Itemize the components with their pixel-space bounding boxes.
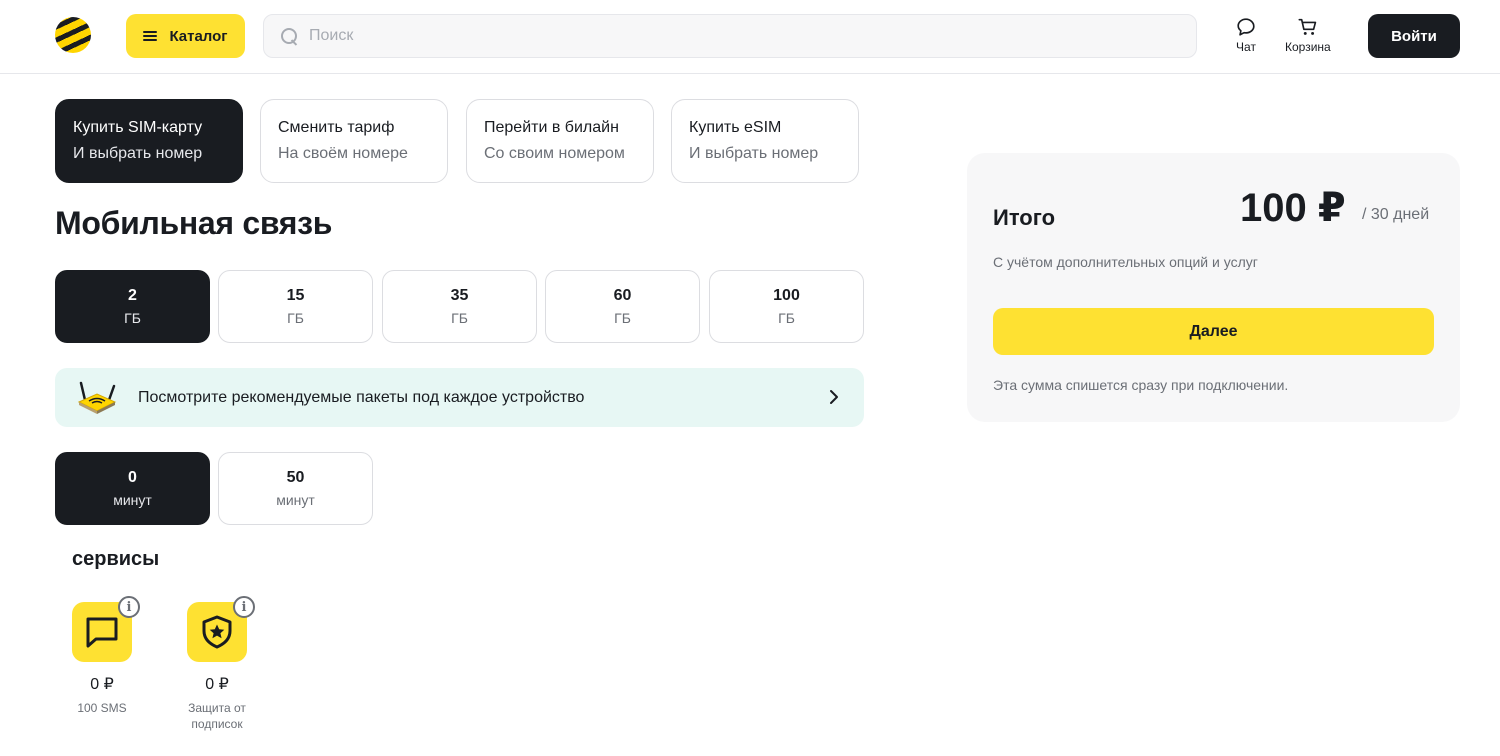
login-button[interactable]: Войти: [1368, 14, 1460, 58]
service-price: 0 ₽: [205, 676, 229, 693]
summary-period: / 30 дней: [1362, 206, 1430, 223]
cart-icon: [1298, 18, 1317, 35]
scenario-switch-operator[interactable]: Перейти в билайн Со своим номером: [466, 99, 654, 183]
option-unit: ГБ: [778, 310, 795, 326]
option-unit: ГБ: [451, 310, 468, 326]
catalog-button-label: Каталог: [169, 27, 228, 45]
order-summary-card: Итого 100 ₽ / 30 дней С учётом дополните…: [967, 153, 1460, 422]
summary-footnote: Эта сумма спишется сразу при подключении…: [993, 377, 1289, 393]
chat-label: Чат: [1236, 40, 1256, 54]
scenario-title: Сменить тариф: [278, 119, 395, 136]
search-input[interactable]: [309, 27, 1109, 45]
service-price: 0 ₽: [90, 676, 114, 693]
beeline-logo-icon[interactable]: [55, 17, 91, 53]
service-icon-box: i: [187, 596, 255, 662]
info-icon[interactable]: i: [118, 596, 140, 618]
scenario-title: Купить SIM-карту: [73, 119, 203, 136]
cart-button[interactable]: Корзина: [1285, 16, 1331, 54]
page-title: Мобильная связь: [55, 205, 333, 241]
chevron-right-icon: [830, 390, 838, 404]
option-value: 0: [128, 469, 137, 486]
internet-option-2gb[interactable]: 2 ГБ: [55, 270, 210, 343]
scenario-title: Купить eSIM: [689, 119, 782, 136]
option-value: 50: [286, 469, 305, 486]
site-header: Каталог Чат Корзина Войти: [0, 0, 1500, 74]
option-value: 100: [773, 287, 800, 304]
chat-button[interactable]: Чат: [1235, 16, 1257, 54]
minutes-option-50[interactable]: 50 минут: [218, 452, 373, 525]
scenario-title: Перейти в билайн: [484, 119, 619, 136]
catalog-button[interactable]: Каталог: [126, 14, 245, 58]
chat-icon: [1237, 18, 1255, 36]
device-packages-banner[interactable]: Посмотрите рекомендуемые пакеты под кажд…: [55, 368, 864, 427]
summary-title: Итого: [993, 205, 1056, 230]
option-unit: минут: [113, 492, 152, 508]
option-value: 35: [450, 287, 469, 304]
banner-text: Посмотрите рекомендуемые пакеты под кажд…: [138, 388, 585, 406]
option-value: 60: [613, 287, 632, 304]
summary-price: 100 ₽: [1240, 186, 1346, 230]
option-unit: ГБ: [614, 310, 631, 326]
scenario-subtitle: И выбрать номер: [73, 145, 203, 162]
service-subscription-protection[interactable]: i 0 ₽ Защита от подписок: [172, 596, 262, 732]
search-icon: [280, 27, 298, 45]
option-unit: минут: [276, 492, 315, 508]
option-value: 2: [128, 287, 137, 304]
option-value: 15: [286, 287, 305, 304]
option-unit: ГБ: [287, 310, 304, 326]
scenario-buy-esim[interactable]: Купить eSIM И выбрать номер: [671, 99, 859, 183]
service-name: Защита от подписок: [188, 701, 246, 731]
cart-label: Корзина: [1285, 40, 1331, 54]
summary-note: С учётом дополнительных опций и услуг: [993, 254, 1258, 270]
message-icon: [86, 617, 118, 648]
info-icon[interactable]: i: [233, 596, 255, 618]
scenario-change-tariff[interactable]: Сменить тариф На своём номере: [260, 99, 448, 183]
internet-option-60gb[interactable]: 60 ГБ: [545, 270, 700, 343]
scenario-subtitle: Со своим номером: [484, 145, 625, 162]
scenario-subtitle: На своём номере: [278, 145, 408, 162]
internet-option-15gb[interactable]: 15 ГБ: [218, 270, 373, 343]
internet-option-35gb[interactable]: 35 ГБ: [382, 270, 537, 343]
service-name: 100 SMS: [77, 701, 127, 715]
menu-icon: [143, 31, 158, 41]
option-unit: ГБ: [124, 310, 141, 326]
scenario-buy-sim[interactable]: Купить SIM-карту И выбрать номер: [55, 99, 243, 183]
scenario-subtitle: И выбрать номер: [689, 145, 819, 162]
search-bar[interactable]: [263, 14, 1197, 58]
service-sms[interactable]: i 0 ₽ 100 SMS: [57, 596, 147, 716]
shield-star-icon: [202, 615, 232, 649]
next-button[interactable]: Далее: [993, 308, 1434, 355]
internet-option-100gb[interactable]: 100 ГБ: [709, 270, 864, 343]
services-title: сервисы: [72, 548, 160, 570]
service-icon-box: i: [72, 596, 140, 662]
router-icon: [77, 381, 117, 414]
minutes-option-0[interactable]: 0 минут: [55, 452, 210, 525]
